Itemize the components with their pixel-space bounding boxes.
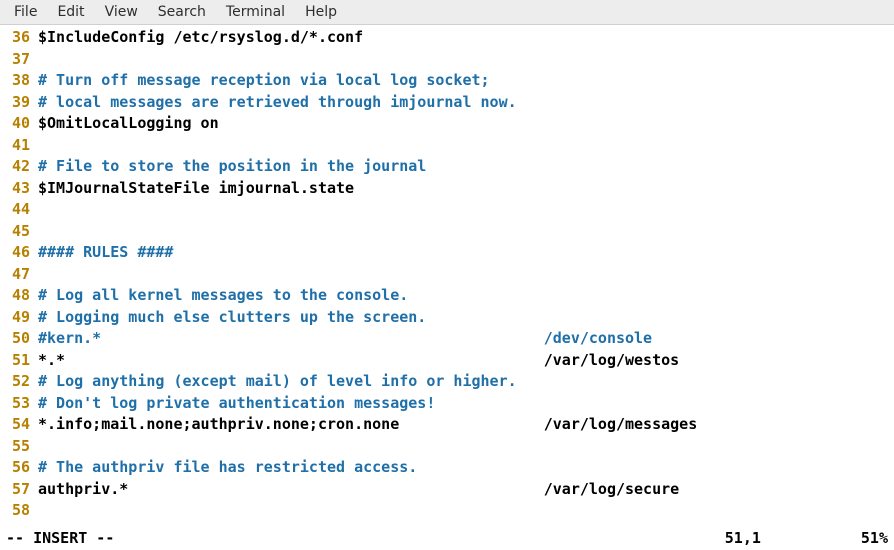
editor-line[interactable]: 54*.info;mail.none;authpriv.none;cron.no… — [0, 414, 894, 436]
line-number: 43 — [0, 178, 38, 200]
line-number: 50 — [0, 328, 38, 350]
editor-line[interactable]: 52# Log anything (except mail) of level … — [0, 371, 894, 393]
line-content[interactable]: # Logging much else clutters up the scre… — [38, 307, 426, 329]
editor-line[interactable]: 40$OmitLocalLogging on — [0, 113, 894, 135]
editor-line[interactable]: 44 — [0, 199, 894, 221]
line-number: 48 — [0, 285, 38, 307]
line-number: 40 — [0, 113, 38, 135]
editor-line[interactable]: 39# local messages are retrieved through… — [0, 92, 894, 114]
editor-line[interactable]: 50#kern.* /dev/console — [0, 328, 894, 350]
menu-view[interactable]: View — [95, 2, 148, 22]
line-content[interactable]: #kern.* /dev/console — [38, 328, 652, 350]
menu-terminal[interactable]: Terminal — [216, 2, 295, 22]
line-content[interactable]: # Don't log private authentication messa… — [38, 393, 435, 415]
line-content[interactable]: # File to store the position in the jour… — [38, 156, 426, 178]
menu-file[interactable]: File — [4, 2, 47, 22]
line-content[interactable]: #### RULES #### — [38, 242, 173, 264]
editor-line[interactable]: 53# Don't log private authentication mes… — [0, 393, 894, 415]
line-number: 46 — [0, 242, 38, 264]
editor-line[interactable]: 42# File to store the position in the jo… — [0, 156, 894, 178]
editor-line[interactable]: 38# Turn off message reception via local… — [0, 70, 894, 92]
menubar: File Edit View Search Terminal Help — [0, 0, 894, 25]
line-content[interactable]: # Turn off message reception via local l… — [38, 70, 490, 92]
line-number: 55 — [0, 436, 38, 458]
line-content[interactable]: $IMJournalStateFile imjournal.state — [38, 178, 354, 200]
editor-line[interactable]: 47 — [0, 264, 894, 286]
line-number: 52 — [0, 371, 38, 393]
line-number: 57 — [0, 479, 38, 501]
line-content[interactable]: # Log all kernel messages to the console… — [38, 285, 408, 307]
menu-help[interactable]: Help — [295, 2, 347, 22]
line-number: 44 — [0, 199, 38, 221]
editor-line[interactable]: 57authpriv.* /var/log/secure — [0, 479, 894, 501]
line-content[interactable]: *.info;mail.none;authpriv.none;cron.none… — [38, 414, 697, 436]
line-content[interactable]: $OmitLocalLogging on — [38, 113, 219, 135]
line-number: 54 — [0, 414, 38, 436]
line-number: 56 — [0, 457, 38, 479]
line-number: 47 — [0, 264, 38, 286]
editor-line[interactable]: 43$IMJournalStateFile imjournal.state — [0, 178, 894, 200]
editor-line[interactable]: 46#### RULES #### — [0, 242, 894, 264]
editor-line[interactable]: 58 — [0, 500, 894, 522]
line-content[interactable]: # Log anything (except mail) of level in… — [38, 371, 517, 393]
editor-line[interactable]: 36$IncludeConfig /etc/rsyslog.d/*.conf — [0, 27, 894, 49]
menu-edit[interactable]: Edit — [47, 2, 94, 22]
status-position: 51,1 — [725, 528, 861, 548]
editor-line[interactable]: 51*.* /var/log/westos — [0, 350, 894, 372]
status-mode: -- INSERT -- — [6, 528, 114, 548]
line-number: 37 — [0, 49, 38, 71]
editor-line[interactable]: 45 — [0, 221, 894, 243]
line-content[interactable]: # local messages are retrieved through i… — [38, 92, 517, 114]
line-content[interactable]: $IncludeConfig /etc/rsyslog.d/*.conf — [38, 27, 363, 49]
menu-search[interactable]: Search — [148, 2, 216, 22]
line-number: 45 — [0, 221, 38, 243]
line-number: 38 — [0, 70, 38, 92]
line-content[interactable]: *.* /var/log/westos — [38, 350, 679, 372]
editor-area[interactable]: 36$IncludeConfig /etc/rsyslog.d/*.conf37… — [0, 25, 894, 528]
editor-line[interactable]: 49# Logging much else clutters up the sc… — [0, 307, 894, 329]
line-number: 36 — [0, 27, 38, 49]
status-bar: -- INSERT -- 51,1 51% — [0, 528, 894, 550]
editor-line[interactable]: 56# The authpriv file has restricted acc… — [0, 457, 894, 479]
editor-line[interactable]: 41 — [0, 135, 894, 157]
line-content[interactable]: authpriv.* /var/log/secure — [38, 479, 679, 501]
status-percent: 51% — [861, 528, 888, 548]
line-number: 53 — [0, 393, 38, 415]
editor-line[interactable]: 37 — [0, 49, 894, 71]
editor-line[interactable]: 55 — [0, 436, 894, 458]
line-content[interactable]: # The authpriv file has restricted acces… — [38, 457, 417, 479]
line-number: 49 — [0, 307, 38, 329]
line-number: 42 — [0, 156, 38, 178]
line-number: 58 — [0, 500, 38, 522]
line-number: 41 — [0, 135, 38, 157]
line-number: 51 — [0, 350, 38, 372]
editor-line[interactable]: 48# Log all kernel messages to the conso… — [0, 285, 894, 307]
line-number: 39 — [0, 92, 38, 114]
